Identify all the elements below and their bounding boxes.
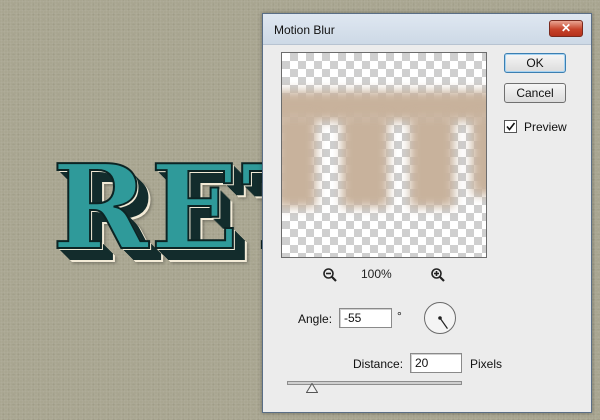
zoom-in-icon[interactable] xyxy=(430,267,446,283)
angle-label: Angle: xyxy=(298,312,333,326)
distance-unit: Pixels xyxy=(470,357,503,371)
angle-unit: ° xyxy=(397,309,402,323)
motion-blur-dialog: Motion Blur ✕ 100% OK Cancel Preview Ang… xyxy=(262,13,592,413)
preview-blur-letter xyxy=(472,115,486,195)
close-button[interactable]: ✕ xyxy=(549,20,583,37)
close-icon: ✕ xyxy=(560,21,572,35)
check-icon xyxy=(506,122,516,131)
angle-input[interactable] xyxy=(339,308,392,328)
preview-checkbox[interactable] xyxy=(504,120,517,133)
cancel-button[interactable]: Cancel xyxy=(504,83,566,103)
angle-dial[interactable] xyxy=(423,301,457,335)
distance-label: Distance: xyxy=(353,357,404,371)
filter-preview[interactable] xyxy=(281,52,487,258)
dialog-title: Motion Blur xyxy=(274,23,335,37)
preview-label: Preview xyxy=(524,120,567,134)
distance-input[interactable] xyxy=(410,353,462,373)
preview-blur-letter xyxy=(282,115,316,207)
zoom-out-icon[interactable] xyxy=(322,267,338,283)
preview-blur-letter xyxy=(410,115,454,207)
preview-blur-letter xyxy=(342,115,388,207)
canvas-artwork-text: RETRO xyxy=(52,150,292,276)
zoom-level: 100% xyxy=(361,267,392,281)
ok-button[interactable]: OK xyxy=(504,53,566,73)
distance-slider-thumb[interactable] xyxy=(305,383,318,393)
dialog-titlebar[interactable]: Motion Blur ✕ xyxy=(263,14,591,45)
